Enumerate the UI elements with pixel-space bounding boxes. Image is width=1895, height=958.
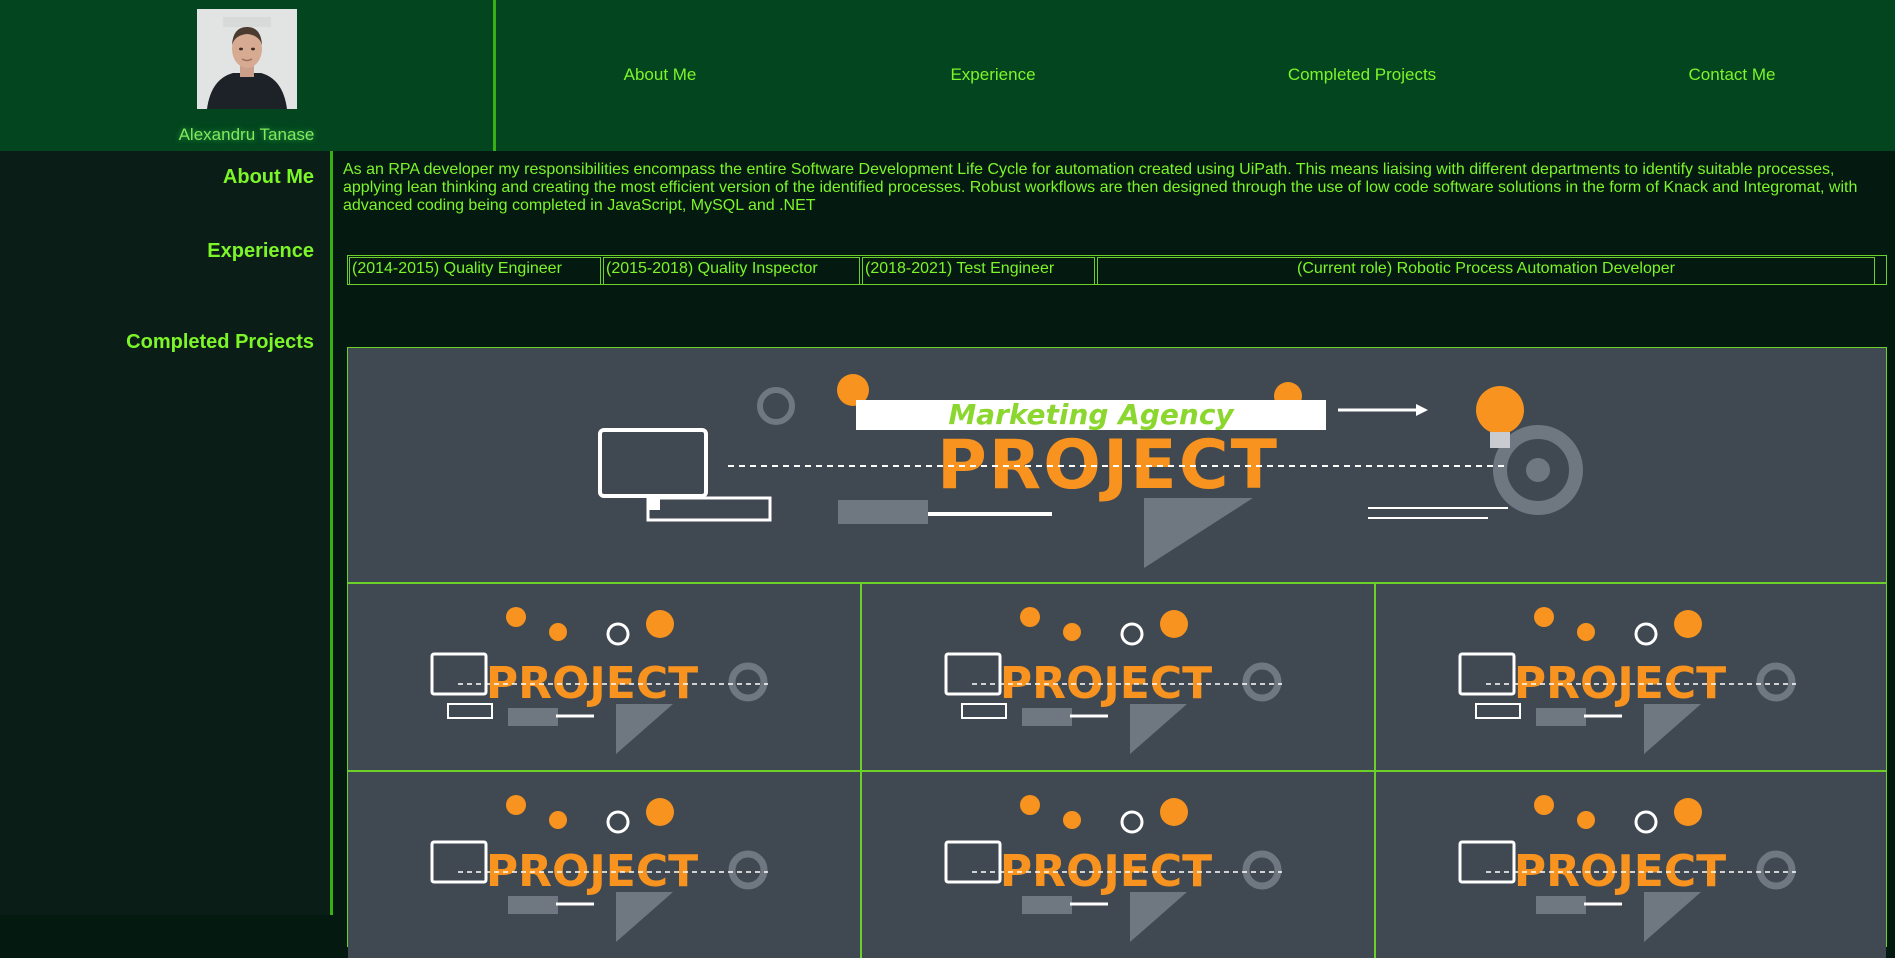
experience-table: (2014-2015) Quality Engineer (2015-2018)…	[347, 255, 1887, 285]
project-illustration-icon: PROJECT	[1458, 795, 1796, 942]
project-tile[interactable]: PROJECT	[348, 584, 862, 770]
project-tile-featured[interactable]: Marketing Agency PROJECT	[348, 348, 1886, 584]
sidebar-item-experience[interactable]: Experience	[207, 240, 314, 263]
nav-link-completed-projects[interactable]: Completed Projects	[1288, 65, 1436, 85]
header: Alexandru Tanase About Me Experience Com…	[0, 0, 1895, 151]
project-tile[interactable]: PROJECT	[1376, 584, 1886, 770]
project-illustration-icon: PROJECT	[430, 795, 768, 942]
nav-link-contact-me[interactable]: Contact Me	[1689, 65, 1776, 85]
experience-cell: (2018-2021) Test Engineer	[862, 257, 1095, 285]
project-tile[interactable]: PROJECT	[862, 772, 1376, 958]
about-text: As an RPA developer my responsibilities …	[343, 161, 1858, 214]
nav-link-experience[interactable]: Experience	[950, 65, 1035, 85]
sidebar: About Me Experience Completed Projects	[0, 151, 333, 915]
profile-panel: Alexandru Tanase	[0, 0, 496, 151]
experience-cell: (2014-2015) Quality Engineer	[349, 257, 601, 285]
sidebar-item-about-me[interactable]: About Me	[223, 166, 314, 189]
sidebar-item-completed-projects[interactable]: Completed Projects	[126, 331, 314, 354]
experience-cell: (2015-2018) Quality Inspector	[603, 257, 860, 285]
main-content: As an RPA developer my responsibilities …	[333, 151, 1895, 958]
project-illustration-icon: PROJECT	[1458, 607, 1796, 754]
project-tile[interactable]: PROJECT	[348, 772, 862, 958]
project-tile[interactable]: PROJECT	[1376, 772, 1886, 958]
experience-cell: (Current role) Robotic Process Automatio…	[1097, 257, 1875, 285]
top-nav: About Me Experience Completed Projects C…	[496, 0, 1895, 151]
project-tile[interactable]: PROJECT	[862, 584, 1376, 770]
project-illustration-icon: PROJECT	[944, 795, 1282, 942]
profile-name: Alexandru Tanase	[178, 125, 315, 144]
avatar	[197, 9, 297, 109]
project-illustration-icon: Marketing Agency PROJECT	[598, 374, 1583, 568]
nav-link-about-me[interactable]: About Me	[624, 65, 697, 85]
person-photo-icon	[197, 9, 297, 109]
project-illustration-icon: PROJECT	[430, 607, 768, 754]
projects-grid: Marketing Agency PROJECT PROJECT PROJECT…	[347, 347, 1887, 958]
project-illustration-icon: PROJECT	[944, 607, 1282, 754]
